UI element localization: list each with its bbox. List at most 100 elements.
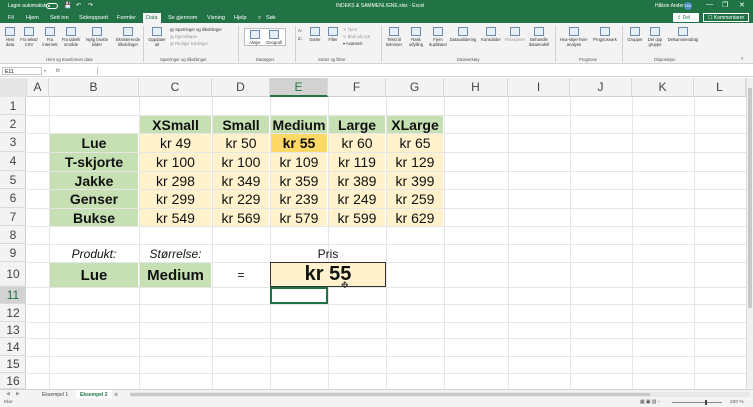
view-buttons[interactable]: ▦ ▣ ▥ − (640, 400, 660, 405)
price-cell[interactable]: kr 100 (140, 153, 211, 171)
tab-data[interactable]: Data (143, 13, 161, 23)
price-cell[interactable]: kr 579 (271, 209, 327, 226)
minimize-icon[interactable]: — (706, 1, 713, 8)
product-name[interactable]: Jakke (50, 172, 138, 189)
avatar[interactable]: HA (684, 2, 692, 10)
sort-za-icon[interactable]: Z↓ (298, 36, 303, 41)
from-text-button[interactable]: Fra tekst/ CSV (19, 27, 39, 47)
horizontal-scrollbar[interactable] (130, 392, 750, 397)
column-header[interactable]: C (139, 78, 212, 97)
size-header-xlarge[interactable]: XLarge (387, 116, 443, 133)
row-header[interactable]: 7 (0, 208, 26, 226)
scrollbar-thumb[interactable] (748, 88, 752, 308)
tab-sett-inn[interactable]: Sett inn (50, 15, 69, 21)
row-header[interactable]: 12 (0, 304, 26, 322)
size-label[interactable]: Størrelse: (140, 245, 211, 262)
ungroup-button[interactable]: Del opp gruppe (645, 27, 665, 47)
price-cell[interactable]: kr 49 (140, 134, 211, 152)
price-label[interactable]: Pris (271, 245, 385, 262)
price-cell[interactable]: kr 109 (271, 153, 327, 171)
column-header[interactable]: F (328, 78, 386, 97)
search-icon[interactable]: ⌕ (258, 15, 261, 22)
price-cell[interactable]: kr 389 (329, 172, 385, 189)
price-cell[interactable]: kr 569 (213, 209, 269, 226)
price-cell[interactable]: kr 549 (140, 209, 211, 226)
size-header-medium[interactable]: Medium (271, 116, 327, 133)
product-name[interactable]: Genser (50, 190, 138, 208)
remove-duplicates-button[interactable]: Fjern duplikater (428, 27, 448, 47)
price-result[interactable]: kr 55 (270, 262, 386, 287)
column-header[interactable]: A (27, 78, 49, 97)
column-header[interactable]: L (694, 78, 746, 97)
product-name[interactable]: Lue (50, 134, 138, 152)
what-if-analysis-button[interactable]: Hva-skjer-hvis-analyse (558, 27, 590, 47)
row-header[interactable]: 4 (0, 152, 26, 171)
autosave-toggle[interactable] (46, 3, 58, 9)
column-header[interactable]: E (270, 78, 328, 97)
get-data-button[interactable]: Hent data (3, 27, 17, 47)
price-cell[interactable]: kr 50 (213, 134, 269, 152)
subtotal-button[interactable]: Delsammendrag (666, 27, 700, 42)
close-icon[interactable]: ✕ (739, 1, 745, 9)
group-button[interactable]: Grupper (625, 27, 645, 42)
product-name[interactable]: Bukse (50, 209, 138, 226)
price-cell[interactable]: kr 129 (387, 153, 443, 171)
size-header-large[interactable]: Large (329, 116, 385, 133)
scrollbar-thumb[interactable] (130, 393, 650, 396)
row-header[interactable]: 3 (0, 133, 26, 152)
redo-icon[interactable]: ↷ (88, 2, 93, 9)
selected-cell[interactable] (270, 287, 328, 304)
column-header[interactable]: H (444, 78, 508, 97)
collapse-ribbon-icon[interactable]: ˄ (741, 56, 743, 61)
price-cell[interactable]: kr 298 (140, 172, 211, 189)
column-header[interactable]: K (632, 78, 694, 97)
row-header[interactable]: 11 (0, 287, 26, 304)
column-header[interactable]: D (212, 78, 270, 97)
relationships-button[interactable]: Relasjoner (503, 27, 527, 42)
from-web-button[interactable]: Fra internett (41, 27, 59, 47)
name-box-dropdown-icon[interactable]: ▾ (44, 68, 46, 73)
stocks-button[interactable]: Aksjer (244, 28, 266, 46)
fx-icon[interactable]: fx (56, 68, 60, 74)
reapply-button[interactable]: ↻ Bruk på nytt (343, 34, 370, 39)
sort-az-icon[interactable]: A↓ (298, 28, 303, 33)
name-box[interactable]: E11 (2, 67, 42, 75)
column-header[interactable]: B (49, 78, 139, 97)
row-header[interactable]: 9 (0, 244, 26, 262)
row-header[interactable]: 14 (0, 338, 26, 356)
existing-connections-button[interactable]: Eksisterende tilkoblinger (114, 27, 142, 47)
product-name[interactable]: T-skjorte (50, 153, 138, 171)
price-cell[interactable]: kr 399 (387, 172, 443, 189)
tab-visning[interactable]: Visning (207, 15, 225, 21)
column-header[interactable]: J (570, 78, 632, 97)
price-cell[interactable]: kr 229 (213, 190, 269, 208)
size-header-small[interactable]: Small (213, 116, 269, 133)
tab-sideoppsett[interactable]: Sideoppsett (79, 15, 108, 21)
price-cell-highlighted[interactable]: kr 55 (271, 134, 327, 152)
price-cell[interactable]: kr 239 (271, 190, 327, 208)
row-header[interactable]: 16 (0, 373, 26, 389)
search-label[interactable]: Søk (266, 15, 276, 21)
price-cell[interactable]: kr 249 (329, 190, 385, 208)
price-cell[interactable]: kr 60 (329, 134, 385, 152)
from-table-button[interactable]: Fra tabell/ område (60, 27, 82, 47)
column-header[interactable]: I (508, 78, 570, 97)
formula-input[interactable] (97, 67, 750, 75)
price-cell[interactable]: kr 259 (387, 190, 443, 208)
flash-fill-button[interactable]: Rask utfylling (406, 27, 426, 47)
select-all-corner[interactable] (0, 78, 27, 97)
vertical-scrollbar[interactable] (746, 78, 753, 389)
size-input[interactable]: Medium (140, 263, 211, 287)
price-cell[interactable]: kr 349 (213, 172, 269, 189)
text-to-columns-button[interactable]: Tekst til kolonner (384, 27, 404, 47)
row-header[interactable]: 13 (0, 322, 26, 338)
row-header[interactable]: 10 (0, 262, 26, 287)
recent-sources-button[interactable]: Nylig brukte kilder (83, 27, 111, 47)
geography-button[interactable]: Geografi (264, 28, 286, 46)
edit-links-button[interactable]: ▤ Rediger koblinger (170, 41, 208, 46)
zoom-slider[interactable] (672, 402, 722, 403)
row-header[interactable]: 5 (0, 171, 26, 189)
tab-fil[interactable]: Fil (8, 15, 14, 21)
price-cell[interactable]: kr 65 (387, 134, 443, 152)
undo-icon[interactable]: ↶ (76, 2, 81, 9)
